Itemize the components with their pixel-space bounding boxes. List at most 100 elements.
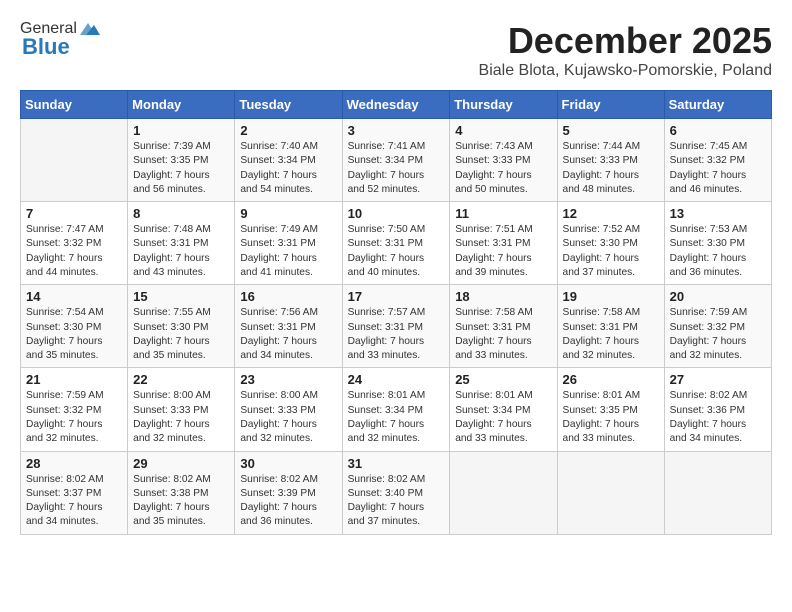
day-detail: Sunrise: 8:02 AMSunset: 3:40 PMDaylight:… (348, 473, 445, 530)
day-detail: Sunrise: 7:39 AMSunset: 3:35 PMDaylight:… (133, 140, 229, 197)
day-detail: Sunrise: 7:43 AMSunset: 3:33 PMDaylight:… (455, 140, 551, 197)
calendar-week-1: 1 Sunrise: 7:39 AMSunset: 3:35 PMDaylight… (21, 119, 772, 202)
header-saturday: Saturday (664, 91, 771, 119)
day-detail: Sunrise: 7:48 AMSunset: 3:31 PMDaylight:… (133, 223, 229, 280)
calendar-week-5: 28 Sunrise: 8:02 AMSunset: 3:37 PMDayligh… (21, 451, 772, 534)
calendar-cell: 1 Sunrise: 7:39 AMSunset: 3:35 PMDaylight… (128, 119, 235, 202)
calendar-cell: 2 Sunrise: 7:40 AMSunset: 3:34 PMDaylight… (235, 119, 342, 202)
day-detail: Sunrise: 7:59 AMSunset: 3:32 PMDaylight:… (26, 389, 122, 446)
day-detail: Sunrise: 7:56 AMSunset: 3:31 PMDaylight:… (240, 306, 336, 363)
calendar-cell: 4 Sunrise: 7:43 AMSunset: 3:33 PMDaylight… (450, 119, 557, 202)
calendar-cell: 10Sunrise: 7:50 AMSunset: 3:31 PMDayligh… (342, 202, 450, 285)
calendar-cell: 15 Sunrise: 7:55 AMSunset: 3:30 PMDayligh… (128, 285, 235, 368)
day-number: 27 (670, 372, 766, 387)
day-number: 19 (563, 289, 659, 304)
day-number: 17 (348, 289, 445, 304)
day-number: 28 (26, 456, 122, 471)
header-monday: Monday (128, 91, 235, 119)
header-friday: Friday (557, 91, 664, 119)
calendar-cell: 22 Sunrise: 8:00 AMSunset: 3:33 PMDayligh… (128, 368, 235, 451)
day-detail: Sunrise: 7:44 AMSunset: 3:33 PMDaylight:… (563, 140, 659, 197)
day-number: 1 (133, 123, 229, 138)
day-number: 2 (240, 123, 336, 138)
day-detail: Sunrise: 7:54 AMSunset: 3:30 PMDaylight:… (26, 306, 122, 363)
day-number: 5 (563, 123, 659, 138)
day-detail: Sunrise: 7:47 AMSunset: 3:32 PMDaylight:… (26, 223, 122, 280)
calendar-cell (21, 119, 128, 202)
calendar-cell: 6Sunrise: 7:45 AMSunset: 3:32 PMDaylight… (664, 119, 771, 202)
day-detail: Sunrise: 8:01 AMSunset: 3:34 PMDaylight:… (455, 389, 551, 446)
logo: General Blue (20, 20, 100, 60)
header-tuesday: Tuesday (235, 91, 342, 119)
day-detail: Sunrise: 8:02 AMSunset: 3:37 PMDaylight:… (26, 473, 122, 530)
calendar-cell: 12 Sunrise: 7:52 AMSunset: 3:30 PMDayligh… (557, 202, 664, 285)
day-detail: Sunrise: 7:58 AMSunset: 3:31 PMDaylight:… (455, 306, 551, 363)
day-number: 25 (455, 372, 551, 387)
logo-blue-text: Blue (20, 34, 70, 60)
calendar-cell: 9 Sunrise: 7:49 AMSunset: 3:31 PMDaylight… (235, 202, 342, 285)
page-header: General Blue December 2025 Biale Blota, … (20, 20, 772, 80)
header-wednesday: Wednesday (342, 91, 450, 119)
day-detail: Sunrise: 7:49 AMSunset: 3:31 PMDaylight:… (240, 223, 336, 280)
day-detail: Sunrise: 7:57 AMSunset: 3:31 PMDaylight:… (348, 306, 445, 363)
day-detail: Sunrise: 8:02 AMSunset: 3:39 PMDaylight:… (240, 473, 336, 530)
day-number: 11 (455, 206, 551, 221)
calendar-cell: 23Sunrise: 8:00 AMSunset: 3:33 PMDayligh… (235, 368, 342, 451)
day-detail: Sunrise: 8:01 AMSunset: 3:34 PMDaylight:… (348, 389, 445, 446)
calendar-week-4: 21Sunrise: 7:59 AMSunset: 3:32 PMDayligh… (21, 368, 772, 451)
day-number: 12 (563, 206, 659, 221)
calendar-table: SundayMondayTuesdayWednesdayThursdayFrid… (20, 90, 772, 535)
day-detail: Sunrise: 8:01 AMSunset: 3:35 PMDaylight:… (563, 389, 659, 446)
day-number: 20 (670, 289, 766, 304)
calendar-cell: 21Sunrise: 7:59 AMSunset: 3:32 PMDayligh… (21, 368, 128, 451)
day-detail: Sunrise: 7:52 AMSunset: 3:30 PMDaylight:… (563, 223, 659, 280)
day-number: 6 (670, 123, 766, 138)
day-detail: Sunrise: 7:51 AMSunset: 3:31 PMDaylight:… (455, 223, 551, 280)
day-detail: Sunrise: 7:53 AMSunset: 3:30 PMDaylight:… (670, 223, 766, 280)
day-number: 9 (240, 206, 336, 221)
calendar-cell: 14 Sunrise: 7:54 AMSunset: 3:30 PMDayligh… (21, 285, 128, 368)
day-number: 18 (455, 289, 551, 304)
calendar-cell: 30Sunrise: 8:02 AMSunset: 3:39 PMDayligh… (235, 451, 342, 534)
day-number: 29 (133, 456, 229, 471)
calendar-cell: 19Sunrise: 7:58 AMSunset: 3:31 PMDayligh… (557, 285, 664, 368)
header-thursday: Thursday (450, 91, 557, 119)
month-title: December 2025 (479, 20, 772, 62)
calendar-cell: 17 Sunrise: 7:57 AMSunset: 3:31 PMDayligh… (342, 285, 450, 368)
day-detail: Sunrise: 7:55 AMSunset: 3:30 PMDaylight:… (133, 306, 229, 363)
calendar-cell: 8 Sunrise: 7:48 AMSunset: 3:31 PMDaylight… (128, 202, 235, 285)
day-number: 22 (133, 372, 229, 387)
calendar-cell: 28 Sunrise: 8:02 AMSunset: 3:37 PMDayligh… (21, 451, 128, 534)
day-detail: Sunrise: 7:40 AMSunset: 3:34 PMDaylight:… (240, 140, 336, 197)
calendar-cell: 20Sunrise: 7:59 AMSunset: 3:32 PMDayligh… (664, 285, 771, 368)
day-number: 24 (348, 372, 445, 387)
day-detail: Sunrise: 8:02 AMSunset: 3:36 PMDaylight:… (670, 389, 766, 446)
calendar-header-row: SundayMondayTuesdayWednesdayThursdayFrid… (21, 91, 772, 119)
day-number: 13 (670, 206, 766, 221)
day-number: 16 (240, 289, 336, 304)
calendar-cell: 31 Sunrise: 8:02 AMSunset: 3:40 PMDayligh… (342, 451, 450, 534)
calendar-cell (664, 451, 771, 534)
day-number: 4 (455, 123, 551, 138)
day-number: 8 (133, 206, 229, 221)
calendar-cell: 5 Sunrise: 7:44 AMSunset: 3:33 PMDaylight… (557, 119, 664, 202)
calendar-week-2: 7 Sunrise: 7:47 AMSunset: 3:32 PMDaylight… (21, 202, 772, 285)
day-detail: Sunrise: 7:50 AMSunset: 3:31 PMDaylight:… (348, 223, 445, 280)
calendar-cell: 16 Sunrise: 7:56 AMSunset: 3:31 PMDayligh… (235, 285, 342, 368)
calendar-week-3: 14 Sunrise: 7:54 AMSunset: 3:30 PMDayligh… (21, 285, 772, 368)
calendar-cell: 29 Sunrise: 8:02 AMSunset: 3:38 PMDayligh… (128, 451, 235, 534)
day-number: 7 (26, 206, 122, 221)
calendar-cell: 25 Sunrise: 8:01 AMSunset: 3:34 PMDayligh… (450, 368, 557, 451)
calendar-cell: 3Sunrise: 7:41 AMSunset: 3:34 PMDaylight… (342, 119, 450, 202)
day-number: 31 (348, 456, 445, 471)
calendar-cell: 26 Sunrise: 8:01 AMSunset: 3:35 PMDayligh… (557, 368, 664, 451)
day-detail: Sunrise: 8:00 AMSunset: 3:33 PMDaylight:… (133, 389, 229, 446)
day-number: 14 (26, 289, 122, 304)
header-sunday: Sunday (21, 91, 128, 119)
calendar-cell (450, 451, 557, 534)
logo-icon (78, 21, 100, 37)
day-number: 15 (133, 289, 229, 304)
day-detail: Sunrise: 8:02 AMSunset: 3:38 PMDaylight:… (133, 473, 229, 530)
day-number: 26 (563, 372, 659, 387)
calendar-cell: 7 Sunrise: 7:47 AMSunset: 3:32 PMDaylight… (21, 202, 128, 285)
